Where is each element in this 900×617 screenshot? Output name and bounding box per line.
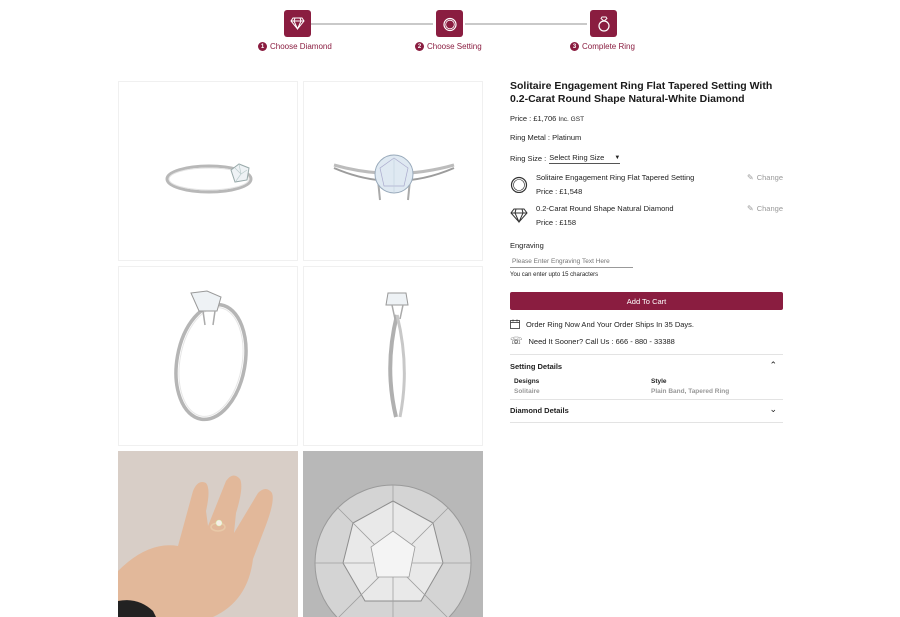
price-suffix: Inc. GST	[558, 116, 585, 123]
style-value: Plain Band, Tapered Ring	[651, 388, 730, 395]
step-1-label[interactable]: 1 Choose Diamond	[258, 42, 332, 51]
diamond-icon	[290, 17, 305, 30]
ring-on-hand-image	[118, 451, 298, 617]
diamond-component: 0.2-Carat Round Shape Natural Diamond Pr…	[510, 204, 783, 234]
ring-size-row: Ring Size : Select Ring Size ▼	[510, 153, 621, 164]
product-title: Solitaire Engagement Ring Flat Tapered S…	[510, 80, 773, 105]
price-label: Price :	[510, 114, 534, 123]
shipping-text: Order Ring Now And Your Order Ships In 3…	[526, 319, 695, 329]
step-3-label[interactable]: 3 Complete Ring	[570, 42, 635, 51]
step-number: 1	[258, 42, 267, 51]
price-row: Price : £1,706 Inc. GST	[510, 114, 584, 123]
engraving-hint: You can enter upto 15 characters	[510, 272, 599, 278]
step-3-complete-button[interactable]	[590, 10, 617, 37]
ring-size-select-value: Select Ring Size	[549, 153, 605, 162]
ring-front-image	[333, 154, 455, 201]
style-spec: Style Plain Band, Tapered Ring	[651, 378, 729, 395]
edit-icon: ✎	[747, 173, 754, 182]
engagement-ring-icon	[597, 16, 610, 32]
gallery-image-angled[interactable]	[118, 81, 298, 261]
add-to-cart-button[interactable]: Add To Cart	[510, 292, 783, 310]
setting-name: Solitaire Engagement Ring Flat Tapered S…	[536, 173, 695, 182]
chevron-up-icon: ⌃	[769, 360, 777, 370]
ring-side-angle-image	[174, 290, 248, 422]
product-details-panel: Solitaire Engagement Ring Flat Tapered S…	[510, 80, 783, 423]
diamond-details-accordion[interactable]: Diamond Details ⌄	[510, 399, 783, 423]
engraving-input[interactable]	[510, 256, 633, 268]
gallery-image-front[interactable]	[303, 81, 483, 261]
change-diamond-link[interactable]: ✎ Change	[747, 204, 783, 213]
change-setting-link[interactable]: ✎ Change	[747, 173, 783, 182]
metal-value: Platinum	[552, 133, 582, 142]
designs-label: Designs	[514, 378, 540, 385]
ring-size-label: Ring Size :	[510, 154, 547, 163]
step-connector	[311, 23, 433, 25]
metal-label: Ring Metal :	[510, 133, 553, 142]
style-label: Style	[651, 378, 667, 385]
edit-icon: ✎	[747, 204, 754, 213]
product-gallery	[118, 81, 484, 617]
caret-down-icon: ▼	[614, 154, 621, 161]
gallery-image-profile[interactable]	[303, 266, 483, 446]
step-number: 3	[570, 42, 579, 51]
setting-price: Price : £1,548	[536, 187, 583, 196]
diamond-outline-icon	[510, 208, 528, 224]
step-label-text: Choose Setting	[427, 42, 482, 51]
diamond-details-title: Diamond Details	[510, 406, 569, 415]
setting-details-accordion[interactable]: Setting Details ⌃ Designs Solitaire Styl…	[510, 354, 783, 399]
designs-value: Solitaire	[514, 388, 540, 395]
price-value: £1,706	[533, 114, 557, 123]
engraving-label: Engraving	[510, 241, 544, 250]
step-connector	[465, 23, 587, 25]
designs-spec: Designs Solitaire	[514, 378, 540, 395]
change-label: Change	[756, 204, 783, 213]
step-number: 2	[415, 42, 424, 51]
diamond-price: Price : £158	[536, 218, 577, 227]
phone-text: Need It Sooner? Call Us : 666 - 880 - 33…	[528, 337, 675, 346]
ring-icon	[442, 17, 457, 31]
setting-details-title: Setting Details	[510, 362, 563, 371]
step-label-text: Complete Ring	[582, 42, 635, 51]
ring-size-select[interactable]: Select Ring Size ▼	[549, 153, 621, 164]
change-label: Change	[756, 173, 783, 182]
phone-info: ☏ Need It Sooner? Call Us : 666 - 880 - …	[510, 336, 675, 347]
chevron-down-icon: ⌄	[769, 404, 777, 414]
ring-angled-image	[165, 163, 253, 194]
ring-profile-image	[385, 292, 409, 418]
progress-stepper: 1 Choose Diamond 2 Choose Setting 3 Comp…	[0, 10, 900, 54]
metal-row: Ring Metal : Platinum	[510, 133, 581, 142]
ring-outline-icon	[510, 176, 528, 193]
step-label-text: Choose Diamond	[270, 42, 332, 51]
phone-icon: ☏	[510, 336, 523, 347]
gallery-image-on-hand[interactable]	[118, 451, 298, 617]
setting-component: Solitaire Engagement Ring Flat Tapered S…	[510, 173, 783, 203]
step-2-label[interactable]: 2 Choose Setting	[415, 42, 482, 51]
shipping-info: Order Ring Now And Your Order Ships In 3…	[510, 319, 694, 329]
gallery-image-diamond[interactable]	[303, 451, 483, 617]
gallery-image-side-angle[interactable]	[118, 266, 298, 446]
calendar-icon	[510, 319, 520, 329]
diamond-closeup-image	[303, 451, 483, 617]
diamond-name: 0.2-Carat Round Shape Natural Diamond	[536, 204, 674, 213]
step-2-setting-button[interactable]	[436, 10, 463, 37]
step-1-diamond-button[interactable]	[284, 10, 311, 37]
